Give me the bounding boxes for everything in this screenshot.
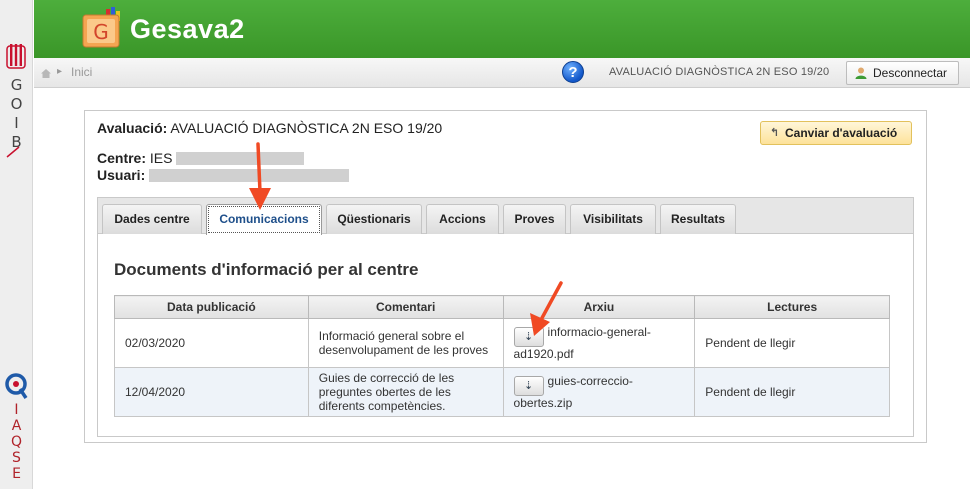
cell-status: Pendent de llegir [694, 318, 890, 368]
cell-file: ⇣ informacio-general-ad1920.pdf [502, 318, 696, 368]
table-row: 02/03/2020 Informació general sobre el d… [114, 318, 890, 368]
main-panel: Avaluació: AVALUACIÓ DIAGNÒSTICA 2N ESO … [84, 110, 927, 443]
goib-letters: GOIB [7, 76, 26, 152]
change-evaluation-label: Canviar d'avaluació [785, 126, 898, 140]
download-icon: ⇣ [523, 331, 534, 343]
goib-text: GOIB [0, 76, 33, 156]
redacted-user-name [149, 169, 350, 182]
table-header-row: Data publicació Comentari Arxiu Lectures [114, 295, 890, 319]
tab-accions[interactable]: Accions [426, 204, 499, 234]
logo-letter: G [93, 20, 109, 44]
iaqse-text: IAQSE [0, 402, 33, 485]
column-header-reads[interactable]: Lectures [694, 295, 890, 319]
user-icon [855, 67, 867, 79]
file-name-part2[interactable]: ad1920.pdf [514, 347, 574, 361]
breadcrumb-home-link[interactable]: Inici [71, 65, 92, 79]
tab-comunicacions[interactable]: Comunicacions [206, 204, 322, 235]
goib-emblem-icon [6, 44, 26, 69]
evaluation-value: AVALUACIÓ DIAGNÒSTICA 2N ESO 19/20 [170, 120, 443, 136]
download-icon: ⇣ [523, 380, 534, 392]
evaluation-info: Avaluació: AVALUACIÓ DIAGNÒSTICA 2N ESO … [97, 120, 442, 136]
cell-comment: Informació general sobre el desenvolupam… [307, 318, 504, 368]
top-navigation-bar: ▸ Inici ? AVALUACIÓ DIAGNÒSTICA 2N ESO 1… [34, 58, 970, 88]
cell-date: 12/04/2020 [114, 367, 309, 417]
table-row: 12/04/2020 Guies de correcció de les pre… [114, 367, 890, 417]
tab-proves[interactable]: Proves [503, 204, 566, 234]
tab-dades-centre[interactable]: Dades centre [102, 204, 202, 234]
left-brand-strip: GOIB IAQSE [0, 0, 33, 489]
redacted-centre-name [176, 152, 305, 165]
file-name-part1[interactable]: guies-correccio- [548, 374, 633, 388]
centre-label: Centre: [97, 150, 147, 166]
return-arrow-icon: ↰ [770, 127, 780, 139]
column-header-date[interactable]: Data publicació [114, 295, 309, 319]
logout-label: Desconnectar [873, 66, 948, 80]
column-header-comment[interactable]: Comentari [307, 295, 504, 319]
gesava-logo-icon: G [82, 7, 120, 48]
file-name-part1[interactable]: informacio-general- [548, 325, 651, 339]
goib-slash-icon [6, 146, 20, 158]
iaqse-logo-icon [5, 373, 28, 399]
section-title: Documents d'informació per al centre [114, 260, 419, 279]
goib-letter: GOIB [0, 76, 33, 156]
help-icon[interactable]: ? [562, 61, 584, 83]
logout-button[interactable]: Desconnectar [846, 61, 959, 85]
evaluation-label: Avaluació: [97, 120, 168, 136]
centre-value: IES [149, 150, 173, 166]
tab-visibilitats[interactable]: Visibilitats [570, 204, 656, 234]
tab-strip: Dades centre Comunicacions Qüestionaris … [98, 198, 913, 235]
tabs-container: Dades centre Comunicacions Qüestionaris … [97, 197, 914, 437]
cell-file: ⇣ guies-correccio-obertes.zip [502, 367, 696, 417]
file-name-part2[interactable]: obertes.zip [514, 396, 573, 410]
cell-status: Pendent de llegir [694, 367, 890, 417]
download-button[interactable]: ⇣ [513, 327, 544, 347]
cell-comment: Guies de correcció de les preguntes ober… [307, 367, 504, 417]
tab-resultats[interactable]: Resultats [660, 204, 736, 234]
documents-table: Data publicació Comentari Arxiu Lectures… [114, 295, 890, 417]
tab-questionaris[interactable]: Qüestionaris [326, 204, 422, 234]
download-button[interactable]: ⇣ [513, 376, 544, 396]
home-icon[interactable] [41, 69, 51, 78]
breadcrumb-separator-icon: ▸ [57, 66, 63, 77]
user-label: Usuari: [97, 167, 146, 183]
app-title: Gesava2 [130, 14, 245, 44]
cell-date: 02/03/2020 [114, 318, 309, 368]
iaqse-letters: IAQSE [8, 402, 25, 482]
user-info: Usuari: [97, 167, 350, 183]
column-header-file[interactable]: Arxiu [502, 295, 696, 319]
change-evaluation-button[interactable]: ↰ Canviar d'avaluació [760, 121, 912, 145]
app-header: G Gesava2 [34, 0, 970, 58]
centre-info: Centre: IES [97, 150, 305, 166]
current-evaluation-label: AVALUACIÓ DIAGNÒSTICA 2N ESO 19/20 [609, 66, 830, 78]
